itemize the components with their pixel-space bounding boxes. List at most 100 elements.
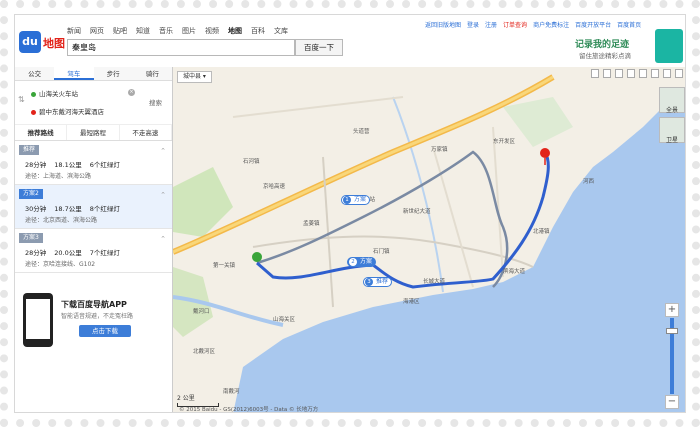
route-plan[interactable]: 方案2 ⌃ 30分钟 18.7公里 8个红绿灯 途径：北京西道、滨海公路 [15, 185, 172, 229]
tool-mark-icon[interactable] [639, 69, 647, 78]
browser-frame: du 地图 新闻 网页 贴吧 知道 音乐 图片 视频 地图 百科 文库 秦皇岛 百度一下 返回旧版… [14, 14, 686, 413]
mode-tab[interactable]: 骑行 [133, 67, 172, 80]
expand-icon[interactable]: ⌃ [160, 191, 166, 199]
map-place-label: 北戴河区 [193, 349, 216, 355]
map-place-label: 北港镇 [533, 229, 550, 235]
logo-mark: du [19, 31, 41, 53]
top-nav-item[interactable]: 贴吧 [113, 26, 127, 36]
phone-image [23, 293, 53, 347]
banner-illustration [655, 29, 683, 63]
expand-icon[interactable]: ⌃ [160, 235, 166, 243]
route-tab[interactable]: 推荐路线 [15, 125, 68, 140]
mode-tab[interactable]: 步行 [94, 67, 133, 80]
route-pill-1[interactable]: 1 方案 [341, 195, 371, 205]
start-value: 山海关火车站 [39, 90, 78, 98]
route-tabs: 推荐路线 最短路程 不走高速 [15, 125, 172, 141]
map-place-label: 海港区 [403, 299, 420, 305]
top-link[interactable]: 订单查询 [503, 20, 527, 29]
city-name: 城中县 [183, 73, 202, 80]
route-plan[interactable]: 方案3 ⌃ 28分钟 20.0公里 7个红绿灯 途径：京哈连接线、G102 [15, 229, 172, 273]
top-link[interactable]: 商户免费标注 [533, 20, 569, 29]
plan-time: 28分钟 [25, 249, 47, 257]
map-place-label: 京哈高速 [263, 184, 286, 190]
start-dot-icon [31, 92, 36, 97]
baidu-map-logo[interactable]: du 地图 [19, 31, 65, 53]
mode-tab[interactable]: 公交 [15, 67, 54, 80]
plan-lights: 6个红绿灯 [89, 161, 120, 169]
top-links: 返回旧版地图 登录 注册 订单查询 商户免费标注 百度开放平台 百度首页 [425, 20, 641, 29]
plan-summary: 28分钟 20.0公里 7个红绿灯 [25, 247, 128, 257]
expand-icon[interactable]: ⌃ [160, 147, 166, 155]
tool-print-icon[interactable] [615, 69, 623, 78]
top-link[interactable]: 百度首页 [617, 20, 641, 29]
map-type-switcher: 全景 卫星 [659, 87, 685, 145]
ad-download-button[interactable]: 点击下载 [79, 325, 131, 337]
footprint-banner[interactable]: 记录我的足迹 留住旅途精彩点滴 [575, 29, 685, 65]
plan-via: 途径：上海道、滨海公路 [25, 173, 92, 180]
top-nav-item[interactable]: 网页 [90, 26, 104, 36]
road [232, 96, 404, 118]
banner-subtitle: 留住旅途精彩点滴 [579, 52, 631, 60]
top-link[interactable]: 返回旧版地图 [425, 20, 461, 29]
zoom-out-button[interactable]: − [665, 395, 679, 409]
start-input[interactable]: 山海关火车站 [29, 87, 139, 101]
route-tab[interactable]: 最短路程 [67, 125, 120, 140]
mode-tab[interactable]: 驾车 [54, 67, 94, 80]
search-input[interactable]: 秦皇岛 [67, 39, 295, 56]
top-nav-item[interactable]: 新闻 [67, 26, 81, 36]
city-selector[interactable]: 城中县 ▾ [177, 71, 212, 83]
search-button[interactable]: 百度一下 [295, 39, 343, 56]
plan-via: 途径：北京西道、滨海公路 [25, 217, 98, 224]
top-nav-item[interactable]: 百科 [251, 26, 265, 36]
zoom-in-button[interactable]: + [665, 303, 679, 317]
plan-tag: 方案2 [19, 189, 43, 199]
river [392, 96, 444, 293]
top-nav: 新闻 网页 贴吧 知道 音乐 图片 视频 地图 百科 文库 [67, 26, 288, 36]
zoom-knob[interactable] [666, 328, 678, 334]
route-pill-2[interactable]: 2 方案 [347, 257, 377, 267]
route-pill-number: 2 [349, 258, 357, 266]
route-pill-3[interactable]: 3 推荐 [363, 277, 393, 287]
top-nav-item[interactable]: 地图 [228, 26, 242, 36]
plan-list: 推荐 ⌃ 28分钟 18.1公里 6个红绿灯 途径：上海道、滨海公路 方案2 ⌃ 30分钟 18.… [15, 141, 172, 273]
page-header: du 地图 新闻 网页 贴吧 知道 音乐 图片 视频 地图 百科 文库 秦皇岛 百度一下 返回旧版… [15, 15, 685, 67]
map-canvas[interactable]: 第一关镇山海关区孟姜镇秦皇岛站万家镇北戴河区新世纪大道长城大道滨海大道河西头道营… [173, 67, 685, 412]
top-link[interactable]: 百度开放平台 [575, 20, 611, 29]
tool-full-icon[interactable] [627, 69, 635, 78]
zoom-slider[interactable] [666, 318, 678, 394]
top-nav-item[interactable]: 音乐 [159, 26, 173, 36]
logo-text: 地图 [43, 37, 65, 50]
end-marker [540, 148, 550, 158]
swap-icon[interactable]: ⇅ [18, 95, 25, 104]
clear-icon[interactable]: × [128, 89, 135, 96]
route-plan[interactable]: 推荐 ⌃ 28分钟 18.1公里 6个红绿灯 途径：上海道、滨海公路 [15, 141, 172, 185]
map-place-label: 头道营 [353, 129, 370, 135]
end-input[interactable]: 碧中东戴河海天翼酒店 [29, 105, 139, 119]
tool-ruler-icon[interactable] [591, 69, 599, 78]
map-place-label: 南戴河 [223, 389, 240, 395]
scale-label: 2 公里 [177, 395, 195, 402]
top-nav-item[interactable]: 文库 [274, 26, 288, 36]
ad-subtitle: 智能语音规避，不走冤枉路 [61, 313, 134, 320]
satellite-button[interactable]: 卫星 [659, 117, 685, 144]
tool-more-icon[interactable] [675, 69, 683, 78]
map-place-label: 河西 [583, 179, 595, 185]
map-place-label: 山海关区 [273, 317, 296, 323]
top-nav-item[interactable]: 图片 [182, 26, 196, 36]
panorama-button[interactable]: 全景 [659, 87, 685, 114]
top-link[interactable]: 登录 [467, 20, 479, 29]
map-place-label: 东开发区 [493, 139, 516, 145]
tool-fav-icon[interactable] [651, 69, 659, 78]
route-tab[interactable]: 不走高速 [120, 125, 172, 140]
map-place-label: 新世纪大道 [403, 209, 431, 215]
plan-summary: 28分钟 18.1公里 6个红绿灯 [25, 159, 128, 169]
top-nav-item[interactable]: 知道 [136, 26, 150, 36]
tool-share-icon[interactable] [603, 69, 611, 78]
plan-summary: 30分钟 18.7公里 8个红绿灯 [25, 203, 128, 213]
tool-layer-icon[interactable] [663, 69, 671, 78]
map-place-label: 滨海大道 [503, 269, 526, 275]
plan-lights: 8个红绿灯 [89, 205, 120, 213]
route-search-button[interactable]: 搜索 [149, 97, 162, 107]
top-nav-item[interactable]: 视频 [205, 26, 219, 36]
top-link[interactable]: 注册 [485, 20, 497, 29]
